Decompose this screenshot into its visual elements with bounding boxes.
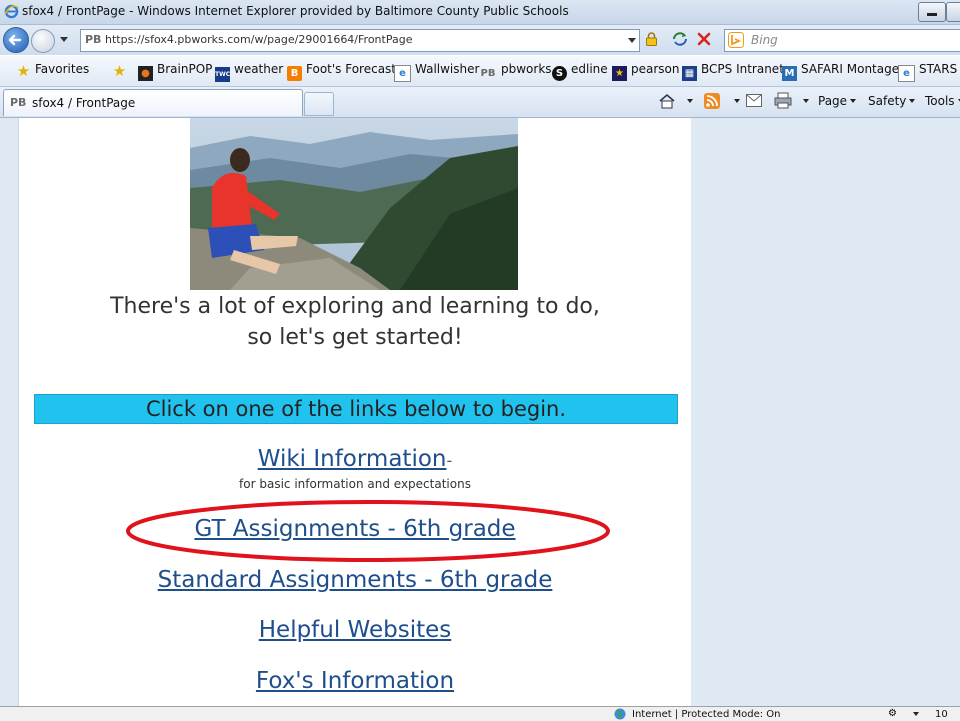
page-viewport: There's a lot of exploring and learning …	[0, 118, 960, 706]
favorite-link-foots-forecast[interactable]: B Foot's Forecast	[287, 62, 396, 81]
read-mail-icon[interactable]	[746, 94, 762, 107]
recent-pages-dropdown-icon[interactable]	[60, 37, 68, 42]
tab-site-badge: PB	[10, 96, 27, 109]
wiki-information-description: for basic information and expectations	[239, 477, 471, 491]
tab-label: sfox4 / FrontPage	[32, 96, 136, 110]
standard-assignments-row: Standard Assignments - 6th grade	[19, 567, 691, 593]
safety-menu[interactable]: Safety	[868, 94, 916, 108]
safari-montage-icon: M	[782, 66, 797, 81]
tools-menu[interactable]: Tools	[925, 94, 960, 108]
internet-zone-globe-icon	[614, 708, 626, 720]
stop-icon[interactable]	[694, 30, 714, 48]
page-menu[interactable]: Page	[818, 94, 857, 108]
security-zone-text[interactable]: Internet | Protected Mode: On	[632, 709, 780, 720]
favorites-bar: ★ Favorites ★ ● BrainPOP TWC weather B Foot'…	[0, 56, 960, 87]
favorite-link-safari-montage[interactable]: M SAFARI Montage	[782, 62, 899, 81]
page-content: There's a lot of exploring and learning …	[18, 118, 692, 706]
twc-icon: TWC	[215, 67, 230, 82]
window-title: sfox4 / FrontPage - Windows Internet Exp…	[22, 4, 569, 18]
home-icon[interactable]	[658, 93, 676, 109]
helpful-websites-row: Helpful Websites	[19, 617, 691, 643]
favorite-link-pearson[interactable]: ★ pearson	[612, 62, 680, 81]
zone-dropdown-icon[interactable]	[913, 712, 919, 716]
forward-button[interactable]	[31, 29, 55, 53]
zoom-level[interactable]: 10	[935, 709, 948, 720]
fox-information-link[interactable]: Fox's Information	[256, 668, 454, 694]
wiki-dash: -	[446, 451, 453, 470]
safety-caret-icon	[909, 99, 916, 103]
bcps-icon: ▦	[682, 66, 697, 81]
maximize-button[interactable]	[946, 2, 960, 22]
tagline-line-1: There's a lot of exploring and learning …	[110, 294, 600, 319]
site-badge: PB	[85, 33, 102, 46]
status-bar: Internet | Protected Mode: On ⚙ 10	[0, 706, 960, 721]
standard-assignments-link[interactable]: Standard Assignments - 6th grade	[158, 567, 553, 593]
ie-page-icon: e	[898, 65, 915, 82]
right-sidebar	[691, 118, 960, 706]
protected-mode-icon[interactable]: ⚙	[888, 708, 897, 719]
favorite-link-bcps-intranet[interactable]: ▦ BCPS Intranet	[682, 62, 784, 81]
minimize-button[interactable]	[918, 2, 946, 22]
favorite-link-stars[interactable]: eSTARS L	[898, 62, 960, 82]
favorite-link-brainpop[interactable]: ● BrainPOP	[138, 62, 212, 81]
hiker-mountain-photo	[190, 118, 518, 290]
add-favorites-icon: ★	[112, 62, 127, 80]
gt-assignments-link[interactable]: GT Assignments - 6th grade	[194, 516, 515, 542]
feeds-dropdown-icon[interactable]	[734, 99, 740, 103]
back-button[interactable]	[3, 27, 29, 53]
tagline-line-2: so let's get started!	[247, 325, 463, 350]
ie-logo-icon	[4, 4, 19, 19]
instruction-banner: Click on one of the links below to begin…	[34, 394, 678, 424]
favorite-link-edline[interactable]: Sedline	[552, 62, 608, 81]
rss-feed-icon[interactable]	[704, 93, 720, 109]
brainpop-icon: ●	[138, 66, 153, 81]
lock-icon[interactable]	[646, 32, 657, 46]
favorites-button[interactable]: ★ Favorites	[16, 62, 89, 80]
page-caret-icon	[850, 99, 857, 103]
pearson-icon: ★	[612, 66, 627, 81]
pbworks-icon: PB	[480, 68, 496, 79]
fox-information-row: Fox's Information	[19, 668, 691, 694]
wiki-information-row: Wiki Information-	[19, 446, 691, 472]
wiki-information-link[interactable]: Wiki Information	[258, 446, 447, 472]
gt-assignments-row: GT Assignments - 6th grade	[19, 516, 691, 542]
address-bar[interactable]: PB https://sfox4.pbworks.com/w/page/2900…	[80, 29, 640, 52]
tab-row: PB sfox4 / FrontPage Page Safety Tools	[0, 87, 960, 118]
url-text[interactable]: https://sfox4.pbworks.com/w/page/2900166…	[105, 33, 412, 46]
bing-logo-icon	[728, 32, 744, 48]
print-dropdown-icon[interactable]	[803, 99, 809, 103]
compatibility-refresh-icon[interactable]	[670, 30, 690, 48]
window-title-bar: sfox4 / FrontPage - Windows Internet Exp…	[0, 0, 960, 25]
back-arrow-icon	[8, 34, 22, 46]
navigation-bar: PB https://sfox4.pbworks.com/w/page/2900…	[0, 25, 960, 55]
ie-page-icon: e	[394, 65, 411, 82]
address-dropdown-icon[interactable]	[628, 38, 636, 43]
favorites-star-icon: ★	[16, 62, 31, 80]
favorite-link-pbworks[interactable]: PB pbworks	[479, 62, 552, 80]
search-placeholder: Bing	[751, 33, 778, 47]
banner-text: Click on one of the links below to begin…	[145, 397, 567, 421]
print-icon[interactable]	[774, 92, 792, 109]
tab-sfox4-frontpage[interactable]: PB sfox4 / FrontPage	[3, 89, 303, 116]
edline-icon: S	[552, 66, 567, 81]
new-tab-button[interactable]	[304, 92, 334, 116]
blogger-icon: B	[287, 66, 302, 81]
favorite-link-wallwisher[interactable]: e Wallwisher	[394, 62, 479, 82]
home-dropdown-icon[interactable]	[687, 99, 693, 103]
helpful-websites-link[interactable]: Helpful Websites	[259, 617, 451, 643]
favorite-link-weather[interactable]: TWC weather	[215, 62, 283, 82]
add-to-favorites-button[interactable]: ★	[112, 62, 131, 80]
search-input[interactable]: Bing	[724, 29, 960, 52]
